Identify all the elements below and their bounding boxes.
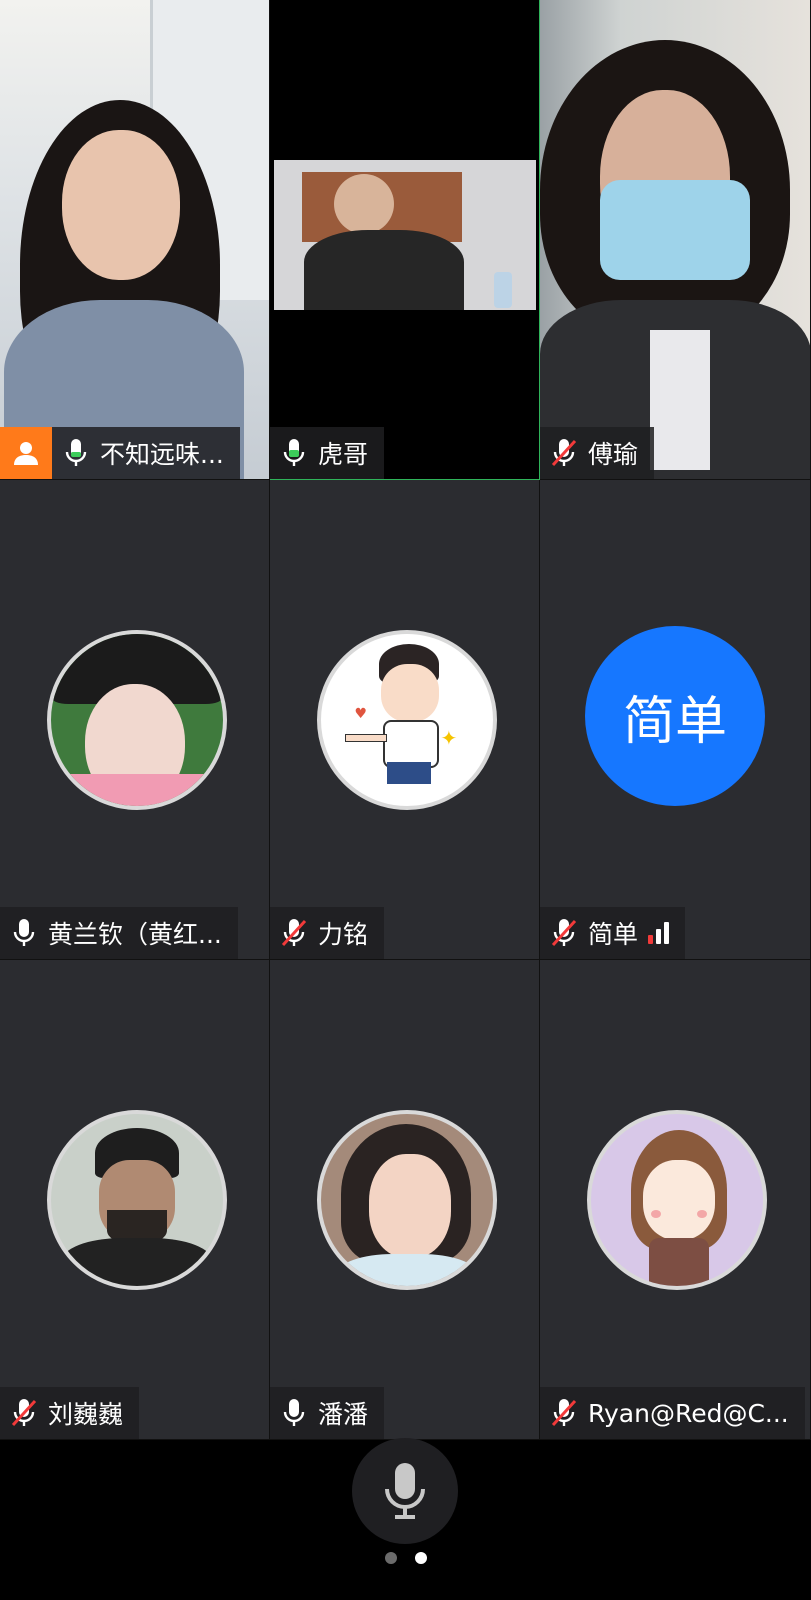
participant-avatar — [46, 630, 227, 810]
participant-name: 刘巍巍 — [48, 1400, 124, 1429]
participant-tile[interactable]: 傅瑜 — [540, 0, 811, 480]
participant-name: Ryan@Red@C... — [588, 1398, 789, 1428]
participant-name: 简单 — [588, 920, 639, 949]
participant-tile[interactable]: 潘潘 — [270, 960, 540, 1440]
participant-tile[interactable]: ✦ ♥ 力铭 — [270, 480, 540, 960]
participant-name-bar: 力铭 — [270, 907, 385, 959]
participant-name-bar: Ryan@Red@C... — [540, 1387, 805, 1439]
mic-on-icon — [0, 907, 48, 959]
mic-on-icon — [270, 1387, 318, 1439]
participant-name: 黄兰钦（黄红... — [48, 920, 222, 949]
host-badge-icon — [0, 427, 52, 479]
video-grid: 不知远味... 虎哥 傅瑜 黄兰钦（黄红... ✦ ♥ 力铭 简单 简单 刘巍巍… — [0, 0, 811, 1440]
participant-name: 不知远味... — [100, 440, 224, 469]
participant-tile[interactable]: 简单 简单 — [540, 480, 811, 960]
network-signal-icon — [648, 922, 670, 944]
participant-name: 虎哥 — [318, 440, 369, 469]
participant-name: 潘潘 — [318, 1400, 369, 1429]
participant-name: 傅瑜 — [588, 440, 639, 469]
participant-name-bar: 简单 — [540, 907, 686, 959]
bottom-control-bar — [0, 1438, 811, 1600]
page-dot[interactable] — [384, 1552, 397, 1564]
mic-icon — [385, 1463, 425, 1519]
participant-text-avatar: 简单 — [585, 626, 765, 806]
page-dot-current[interactable] — [414, 1552, 427, 1564]
page-indicator[interactable] — [0, 1552, 811, 1564]
participant-tile[interactable]: Ryan@Red@C... — [540, 960, 811, 1440]
video-feed — [270, 0, 539, 479]
mic-on-icon — [52, 427, 100, 479]
participant-avatar — [46, 1110, 227, 1290]
mic-muted-icon — [540, 427, 588, 479]
mic-muted-icon — [270, 907, 318, 959]
video-feed — [540, 0, 810, 479]
participant-tile[interactable]: 黄兰钦（黄红... — [0, 480, 270, 960]
participant-name-bar: 刘巍巍 — [0, 1387, 140, 1439]
participant-avatar — [316, 1110, 497, 1290]
mic-on-icon — [270, 427, 318, 479]
participant-avatar: ✦ ♥ — [316, 630, 497, 810]
participant-avatar — [587, 1110, 767, 1290]
participant-tile[interactable]: 不知远味... — [0, 0, 270, 480]
participant-tile-active-speaker[interactable]: 虎哥 — [270, 0, 540, 480]
participant-name-bar: 傅瑜 — [540, 427, 655, 479]
mic-toggle-button[interactable] — [352, 1438, 458, 1544]
participant-name-bar: 潘潘 — [270, 1387, 385, 1439]
mic-muted-icon — [540, 907, 588, 959]
participant-name-bar: 虎哥 — [270, 427, 385, 479]
mic-muted-icon — [0, 1387, 48, 1439]
participant-name: 力铭 — [318, 920, 369, 949]
mic-muted-icon — [540, 1387, 588, 1439]
participant-name-bar: 黄兰钦（黄红... — [0, 907, 238, 959]
participant-tile[interactable]: 刘巍巍 — [0, 960, 270, 1440]
participant-name-bar: 不知远味... — [0, 427, 240, 479]
video-feed — [0, 0, 269, 479]
